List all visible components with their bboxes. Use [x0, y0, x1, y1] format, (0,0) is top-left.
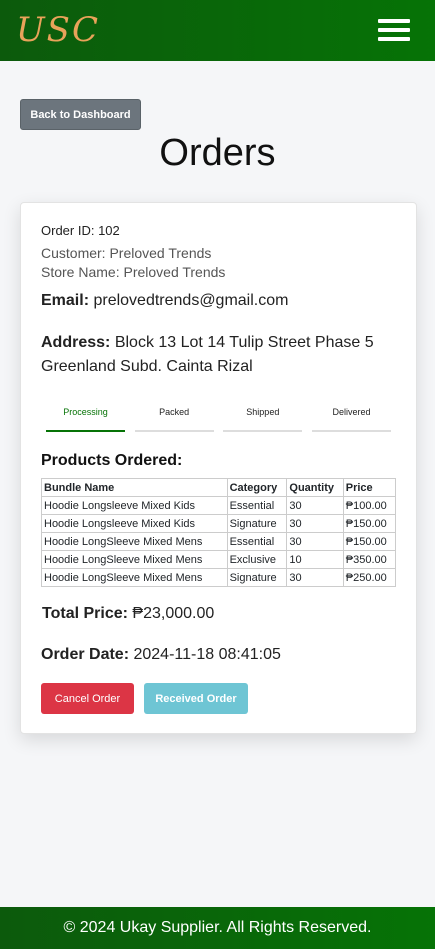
cell-bundle-name: Hoodie LongSleeve Mixed Mens	[41, 550, 228, 569]
email-label: Email:	[41, 292, 90, 309]
cell-price: ₱250.00	[342, 568, 397, 587]
cell-bundle-name: Hoodie Longsleeve Mixed Kids	[41, 496, 228, 515]
order-status-tracker: Processing Packed Shipped Delivered	[46, 407, 391, 432]
column-header: Price	[342, 478, 397, 497]
address-label: Address:	[41, 334, 111, 351]
hamburger-icon[interactable]	[378, 19, 410, 41]
products-title: Products Ordered:	[41, 452, 183, 469]
total-price-label: Total Price:	[42, 605, 128, 622]
cell-category: Signature	[226, 568, 288, 587]
email-value: prelovedtrends@gmail.com	[93, 292, 289, 309]
total-price-line: Total Price: ₱23,000.00	[42, 605, 214, 623]
cell-price: ₱150.00	[342, 532, 397, 551]
column-header: Bundle Name	[41, 478, 228, 497]
cell-category: Exclusive	[226, 550, 288, 569]
order-id: Order ID: 102	[41, 223, 120, 238]
footer: © 2024 Ukay Supplier. All Rights Reserve…	[0, 907, 435, 949]
cell-category: Signature	[226, 514, 288, 533]
brand-logo[interactable]: USC	[16, 10, 100, 50]
order-date-line: Order Date: 2024-11-18 08:41:05	[41, 646, 281, 664]
customer-name: Customer: Preloved Trends	[41, 245, 212, 261]
cell-category: Essential	[226, 532, 288, 551]
cell-price: ₱350.00	[342, 550, 397, 569]
address-line: Address: Block 13 Lot 14 Tulip Street Ph…	[41, 331, 396, 379]
step-processing: Processing	[46, 407, 125, 432]
table-row: Hoodie Longsleeve Mixed Kids Essential 3…	[41, 496, 397, 515]
column-header: Quantity	[286, 478, 344, 497]
page-title: Orders	[159, 132, 276, 174]
total-price-value: ₱23,000.00	[132, 605, 215, 622]
store-name: Store Name: Preloved Trends	[41, 264, 226, 280]
top-navbar: USC	[0, 0, 435, 61]
order-date-value: 2024-11-18 08:41:05	[133, 646, 281, 663]
column-header: Category	[226, 478, 288, 497]
cell-price: ₱100.00	[342, 496, 397, 515]
products-table: Bundle Name Category Quantity Price Hood…	[41, 478, 397, 587]
email-line: Email: prelovedtrends@gmail.com	[41, 292, 288, 310]
step-shipped: Shipped	[223, 407, 303, 432]
cancel-order-button[interactable]: Cancel Order	[41, 683, 134, 714]
table-row: Hoodie LongSleeve Mixed Mens Exclusive 1…	[41, 550, 397, 569]
cell-bundle-name: Hoodie LongSleeve Mixed Mens	[41, 568, 228, 587]
step-delivered: Delivered	[311, 407, 391, 432]
footer-copyright: © 2024 Ukay Supplier. All Rights Reserve…	[63, 919, 372, 936]
cell-price: ₱150.00	[342, 514, 397, 533]
table-row: Hoodie Longsleeve Mixed Kids Signature 3…	[41, 514, 397, 533]
order-card: Order ID: 102 Customer: Preloved Trends …	[20, 202, 417, 734]
cell-quantity: 30	[286, 568, 344, 587]
cell-quantity: 10	[286, 550, 344, 569]
order-date-label: Order Date:	[41, 646, 130, 663]
table-header-row: Bundle Name Category Quantity Price	[41, 478, 397, 497]
table-row: Hoodie LongSleeve Mixed Mens Signature 3…	[41, 568, 397, 587]
cell-quantity: 30	[286, 514, 344, 533]
back-to-dashboard-button[interactable]: Back to Dashboard	[20, 99, 141, 130]
cell-quantity: 30	[286, 532, 344, 551]
cell-bundle-name: Hoodie LongSleeve Mixed Mens	[41, 532, 228, 551]
step-packed: Packed	[134, 407, 214, 432]
received-order-button[interactable]: Received Order	[144, 683, 248, 714]
table-row: Hoodie LongSleeve Mixed Mens Essential 3…	[41, 532, 397, 551]
cell-category: Essential	[226, 496, 288, 515]
cell-quantity: 30	[286, 496, 344, 515]
cell-bundle-name: Hoodie Longsleeve Mixed Kids	[41, 514, 228, 533]
